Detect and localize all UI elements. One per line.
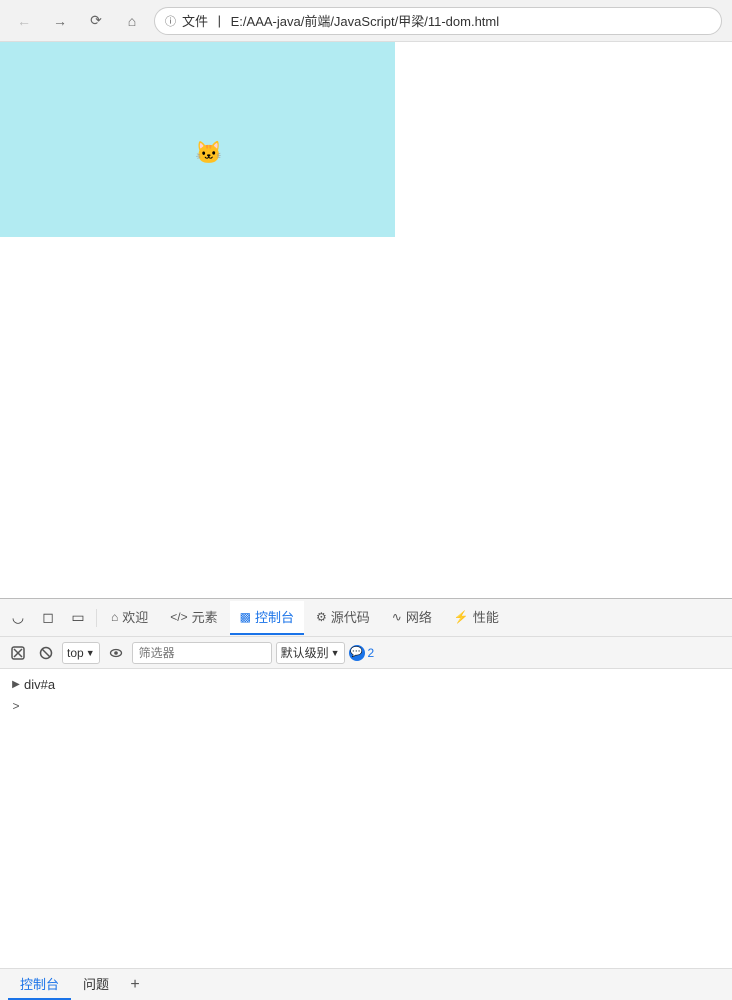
network-icon: ∿: [392, 610, 402, 624]
devtools-panel: ◡ ◻ ▭ ⌂ 欢迎 </> 元素 ▩ 控制台 ⚙ 源代码 ∿ 网络 ⚡ 性能: [0, 598, 732, 1000]
devtools-tab-bar: ◡ ◻ ▭ ⌂ 欢迎 </> 元素 ▩ 控制台 ⚙ 源代码 ∿ 网络 ⚡ 性能: [0, 599, 732, 637]
character-sprite: 🐱: [195, 142, 222, 164]
url-path: E:/AAA-java/前端/JavaScript/甲梁/11-dom.html: [231, 11, 500, 30]
tab-welcome-label: 欢迎: [122, 607, 148, 626]
forward-button[interactable]: →: [46, 7, 74, 35]
console-content: ▶ div#a >: [0, 669, 732, 1000]
console-icon: ▩: [240, 610, 251, 624]
clear-console-button[interactable]: [6, 641, 30, 665]
lock-icon: ⓘ: [165, 13, 176, 29]
performance-icon: ⚡: [454, 610, 469, 624]
level-dropdown[interactable]: 默认级别 ▼: [276, 642, 345, 664]
page-content: 🐱: [0, 42, 732, 598]
add-tab-button[interactable]: +: [121, 971, 149, 999]
status-issues-label: 问题: [83, 974, 109, 993]
message-count-label: 2: [368, 646, 375, 660]
status-bar: 控制台 问题 +: [0, 968, 732, 1000]
level-label: 默认级别: [281, 644, 329, 661]
tab-sources[interactable]: ⚙ 源代码: [306, 601, 380, 635]
dock-button[interactable]: ▭: [64, 604, 92, 632]
tab-performance-label: 性能: [473, 607, 499, 626]
welcome-icon: ⌂: [111, 610, 118, 624]
tab-separator: [96, 609, 97, 627]
tab-sources-label: 源代码: [331, 607, 370, 626]
status-tab-issues[interactable]: 问题: [71, 970, 121, 1000]
home-button[interactable]: ⌂: [118, 7, 146, 35]
address-bar[interactable]: ⓘ 文件 | E:/AAA-java/前端/JavaScript/甲梁/11-d…: [154, 7, 722, 35]
refresh-button[interactable]: ⟳: [82, 7, 110, 35]
tab-elements[interactable]: </> 元素: [160, 601, 227, 635]
url-separator: |: [214, 13, 225, 28]
tab-console[interactable]: ▩ 控制台: [230, 601, 304, 635]
status-tab-console[interactable]: 控制台: [8, 970, 71, 1000]
cyan-box: 🐱: [0, 42, 395, 237]
devtools-toolbar: top ▼ 默认级别 ▼ 💬 2: [0, 637, 732, 669]
node-text: div#a: [24, 677, 55, 692]
tab-console-label: 控制台: [255, 607, 294, 626]
back-button[interactable]: ←: [10, 7, 38, 35]
device-toolbar-button[interactable]: ◻: [34, 604, 62, 632]
sources-icon: ⚙: [316, 610, 327, 624]
console-prompt-button[interactable]: >: [8, 698, 24, 714]
tab-welcome[interactable]: ⌂ 欢迎: [101, 601, 158, 635]
message-count: 💬 2: [349, 645, 375, 661]
stop-messages-button[interactable]: [34, 641, 58, 665]
console-row: ▶ div#a: [0, 673, 732, 695]
dropdown-arrow-icon: ▼: [86, 648, 95, 658]
message-count-icon: 💬: [349, 645, 365, 661]
show-preview-button[interactable]: [104, 641, 128, 665]
eye-icon: [109, 646, 123, 660]
console-prompt-row: >: [0, 695, 732, 717]
status-console-label: 控制台: [20, 974, 59, 993]
stop-icon: [39, 646, 53, 660]
context-label: top: [67, 646, 84, 660]
tab-performance[interactable]: ⚡ 性能: [444, 601, 509, 635]
tab-network-label: 网络: [406, 607, 432, 626]
clear-icon: [11, 646, 25, 660]
url-text: 文件: [182, 11, 208, 30]
filter-input[interactable]: [132, 642, 272, 664]
inspect-element-button[interactable]: ◡: [4, 604, 32, 632]
expand-node-button[interactable]: ▶: [8, 676, 24, 692]
browser-toolbar: ← → ⟳ ⌂ ⓘ 文件 | E:/AAA-java/前端/JavaScript…: [0, 0, 732, 42]
tab-network[interactable]: ∿ 网络: [382, 601, 442, 635]
context-dropdown[interactable]: top ▼: [62, 642, 100, 664]
level-arrow-icon: ▼: [331, 648, 340, 658]
elements-icon: </>: [170, 610, 187, 624]
tab-elements-label: 元素: [192, 607, 218, 626]
